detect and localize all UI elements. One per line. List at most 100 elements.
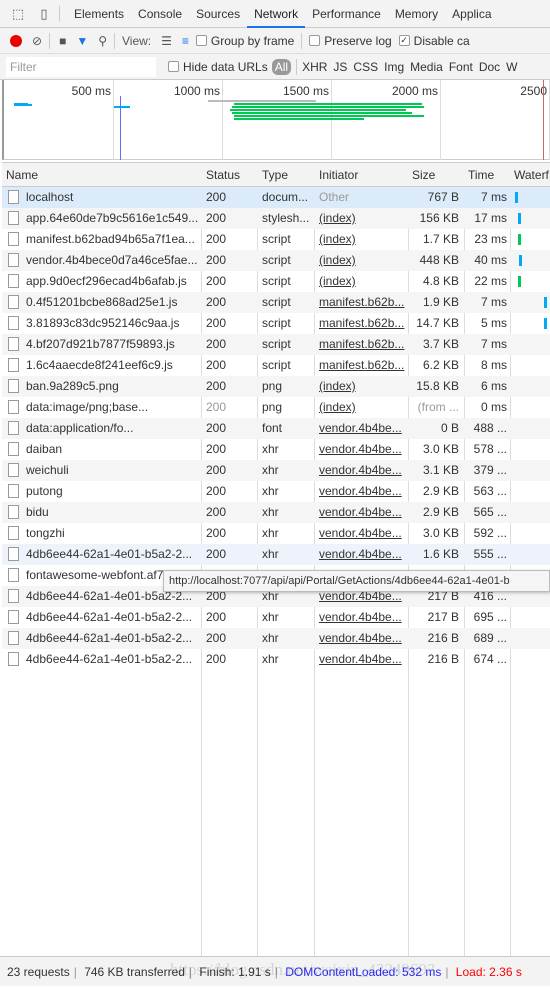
request-initiator[interactable]: (index) bbox=[319, 232, 356, 246]
filter-type-js[interactable]: JS bbox=[333, 60, 347, 74]
request-name[interactable]: data:image/png;base... bbox=[26, 400, 148, 414]
tab-applica[interactable]: Applica bbox=[445, 0, 498, 28]
tab-network[interactable]: Network bbox=[247, 0, 306, 28]
waterfall-view-icon[interactable]: ≡ bbox=[182, 34, 189, 48]
table-row[interactable]: tongzhi 200 xhr vendor.4b4be... 3.0 KB 592 ..… bbox=[2, 523, 550, 544]
tab-performance[interactable]: Performance bbox=[305, 0, 388, 28]
column-header-size[interactable]: Size bbox=[412, 168, 435, 182]
request-initiator[interactable]: vendor.4b4be... bbox=[319, 631, 402, 645]
tab-console[interactable]: Console bbox=[131, 0, 189, 28]
request-initiator[interactable]: vendor.4b4be... bbox=[319, 526, 402, 540]
request-initiator[interactable]: vendor.4b4be... bbox=[319, 610, 402, 624]
request-initiator[interactable]: vendor.4b4be... bbox=[319, 463, 402, 477]
tab-memory[interactable]: Memory bbox=[388, 0, 445, 28]
request-initiator[interactable]: manifest.b62b... bbox=[319, 358, 404, 372]
request-initiator[interactable]: vendor.4b4be... bbox=[319, 421, 402, 435]
request-initiator[interactable]: (index) bbox=[319, 379, 356, 393]
large-rows-icon[interactable]: ☰ bbox=[161, 34, 172, 48]
request-name[interactable]: 4db6ee44-62a1-4e01-b5a2-2... bbox=[26, 631, 192, 645]
request-name[interactable]: 3.81893c83dc952146c9aa.js bbox=[26, 316, 179, 330]
column-header-waterf[interactable]: Waterf bbox=[514, 168, 549, 182]
request-name[interactable]: tongzhi bbox=[26, 526, 65, 540]
request-name[interactable]: manifest.b62bad94b65a7f1ea... bbox=[26, 232, 195, 246]
filter-type-media[interactable]: Media bbox=[410, 60, 443, 74]
record-button[interactable] bbox=[10, 34, 22, 47]
request-name[interactable]: 1.6c4aaecde8f241eef6c9.js bbox=[26, 358, 173, 372]
request-name[interactable]: 4db6ee44-62a1-4e01-b5a2-2... bbox=[26, 652, 192, 666]
request-initiator[interactable]: (index) bbox=[319, 274, 356, 288]
request-name[interactable]: app.64e60de7b9c5616e1c549... bbox=[26, 211, 198, 225]
column-header-status[interactable]: Status bbox=[206, 168, 240, 182]
tab-sources[interactable]: Sources bbox=[189, 0, 247, 28]
request-initiator[interactable]: vendor.4b4be... bbox=[319, 442, 402, 456]
table-row[interactable]: vendor.4b4bece0d7a46ce5fae... 200 script (i… bbox=[2, 250, 550, 271]
request-initiator[interactable]: (index) bbox=[319, 211, 356, 225]
search-icon[interactable]: ⚲ bbox=[98, 34, 107, 48]
request-name[interactable]: putong bbox=[26, 484, 63, 498]
filter-icon[interactable]: ▼ bbox=[76, 34, 88, 48]
request-initiator[interactable]: (index) bbox=[319, 400, 356, 414]
group-by-frame-checkbox[interactable] bbox=[195, 35, 207, 46]
table-row[interactable]: data:image/png;base... 200 png (index) (from… bbox=[2, 397, 550, 418]
request-name[interactable]: 0.4f51201bcbe868ad25e1.js bbox=[26, 295, 177, 309]
inspect-element-icon[interactable]: ⬚ bbox=[10, 6, 26, 22]
column-header-time[interactable]: Time bbox=[468, 168, 494, 182]
request-name[interactable]: weichuli bbox=[26, 463, 69, 477]
hide-data-urls-checkbox[interactable] bbox=[168, 61, 179, 72]
request-name[interactable]: 4db6ee44-62a1-4e01-b5a2-2... bbox=[26, 547, 192, 561]
screenshot-camera-icon[interactable]: ■ bbox=[59, 34, 66, 48]
filter-type-font[interactable]: Font bbox=[449, 60, 473, 74]
device-toolbar-icon[interactable]: ▯ bbox=[36, 6, 52, 22]
table-row[interactable]: 1.6c4aaecde8f241eef6c9.js 200 script manife… bbox=[2, 355, 550, 376]
filter-type-img[interactable]: Img bbox=[384, 60, 404, 74]
request-name[interactable]: daiban bbox=[26, 442, 62, 456]
filter-type-all[interactable]: All bbox=[271, 58, 292, 75]
filter-type-css[interactable]: CSS bbox=[353, 60, 378, 74]
table-row[interactable]: 4db6ee44-62a1-4e01-b5a2-2... 200 xhr vendor… bbox=[2, 649, 550, 670]
table-row[interactable]: localhost 200 docum... Other 767 B 7 ms bbox=[2, 187, 550, 208]
table-row[interactable]: 4db6ee44-62a1-4e01-b5a2-2... 200 xhr vendor… bbox=[2, 607, 550, 628]
table-row[interactable]: 3.81893c83dc952146c9aa.js 200 script manife… bbox=[2, 313, 550, 334]
request-initiator[interactable]: manifest.b62b... bbox=[319, 316, 404, 330]
request-name[interactable]: 4.bf207d921b7877f59893.js bbox=[26, 337, 175, 351]
request-name[interactable]: localhost bbox=[26, 190, 73, 204]
network-overview-timeline[interactable]: 500 ms 1000 ms 1500 ms 2000 ms 2500 bbox=[2, 80, 550, 160]
table-row[interactable]: 4db6ee44-62a1-4e01-b5a2-2... 200 xhr vendor… bbox=[2, 628, 550, 649]
filter-input[interactable]: Filter bbox=[6, 56, 156, 77]
filter-type-xhr[interactable]: XHR bbox=[302, 60, 327, 74]
request-initiator[interactable]: vendor.4b4be... bbox=[319, 505, 402, 519]
column-header-name[interactable]: Name bbox=[6, 168, 38, 182]
preserve-log-checkbox[interactable] bbox=[309, 35, 321, 46]
tab-elements[interactable]: Elements bbox=[67, 0, 131, 28]
column-header-type[interactable]: Type bbox=[262, 168, 288, 182]
request-initiator[interactable]: vendor.4b4be... bbox=[319, 484, 402, 498]
table-row[interactable]: manifest.b62bad94b65a7f1ea... 200 script (i… bbox=[2, 229, 550, 250]
table-row[interactable]: app.9d0ecf296ecad4b6afab.js 200 script (ind… bbox=[2, 271, 550, 292]
request-initiator[interactable]: manifest.b62b... bbox=[319, 337, 404, 351]
filter-type-w[interactable]: W bbox=[506, 60, 517, 74]
request-name[interactable]: data:application/fo... bbox=[26, 421, 133, 435]
request-name[interactable]: vendor.4b4bece0d7a46ce5fae... bbox=[26, 253, 197, 267]
column-header-initiator[interactable]: Initiator bbox=[319, 168, 358, 182]
request-name[interactable]: bidu bbox=[26, 505, 49, 519]
request-name[interactable]: app.9d0ecf296ecad4b6afab.js bbox=[26, 274, 187, 288]
table-row[interactable]: 4db6ee44-62a1-4e01-b5a2-2... 200 xhr vendor… bbox=[2, 544, 550, 565]
request-name[interactable]: 4db6ee44-62a1-4e01-b5a2-2... bbox=[26, 610, 192, 624]
table-row[interactable]: 4.bf207d921b7877f59893.js 200 script manife… bbox=[2, 334, 550, 355]
table-row[interactable]: app.64e60de7b9c5616e1c549... 200 stylesh..… bbox=[2, 208, 550, 229]
request-initiator[interactable]: vendor.4b4be... bbox=[319, 547, 402, 561]
table-row[interactable]: putong 200 xhr vendor.4b4be... 2.9 KB 563 ... bbox=[2, 481, 550, 502]
table-row[interactable]: bidu 200 xhr vendor.4b4be... 2.9 KB 565 ... bbox=[2, 502, 550, 523]
table-row[interactable]: 0.4f51201bcbe868ad25e1.js 200 script manife… bbox=[2, 292, 550, 313]
table-row[interactable]: ban.9a289c5.png 200 png (index) 15.8 KB 6 ms bbox=[2, 376, 550, 397]
table-row[interactable]: weichuli 200 xhr vendor.4b4be... 3.1 KB 379 .… bbox=[2, 460, 550, 481]
request-initiator[interactable]: manifest.b62b... bbox=[319, 295, 404, 309]
request-initiator[interactable]: (index) bbox=[319, 253, 356, 267]
request-name[interactable]: ban.9a289c5.png bbox=[26, 379, 119, 393]
disable-cache-checkbox[interactable]: ✓ bbox=[398, 35, 410, 46]
request-initiator[interactable]: vendor.4b4be... bbox=[319, 652, 402, 666]
clear-icon[interactable]: ⊘ bbox=[32, 34, 42, 48]
table-row[interactable]: data:application/fo... 200 font vendor.4b4b… bbox=[2, 418, 550, 439]
filter-type-doc[interactable]: Doc bbox=[479, 60, 500, 74]
table-row[interactable]: daiban 200 xhr vendor.4b4be... 3.0 KB 578 ... bbox=[2, 439, 550, 460]
